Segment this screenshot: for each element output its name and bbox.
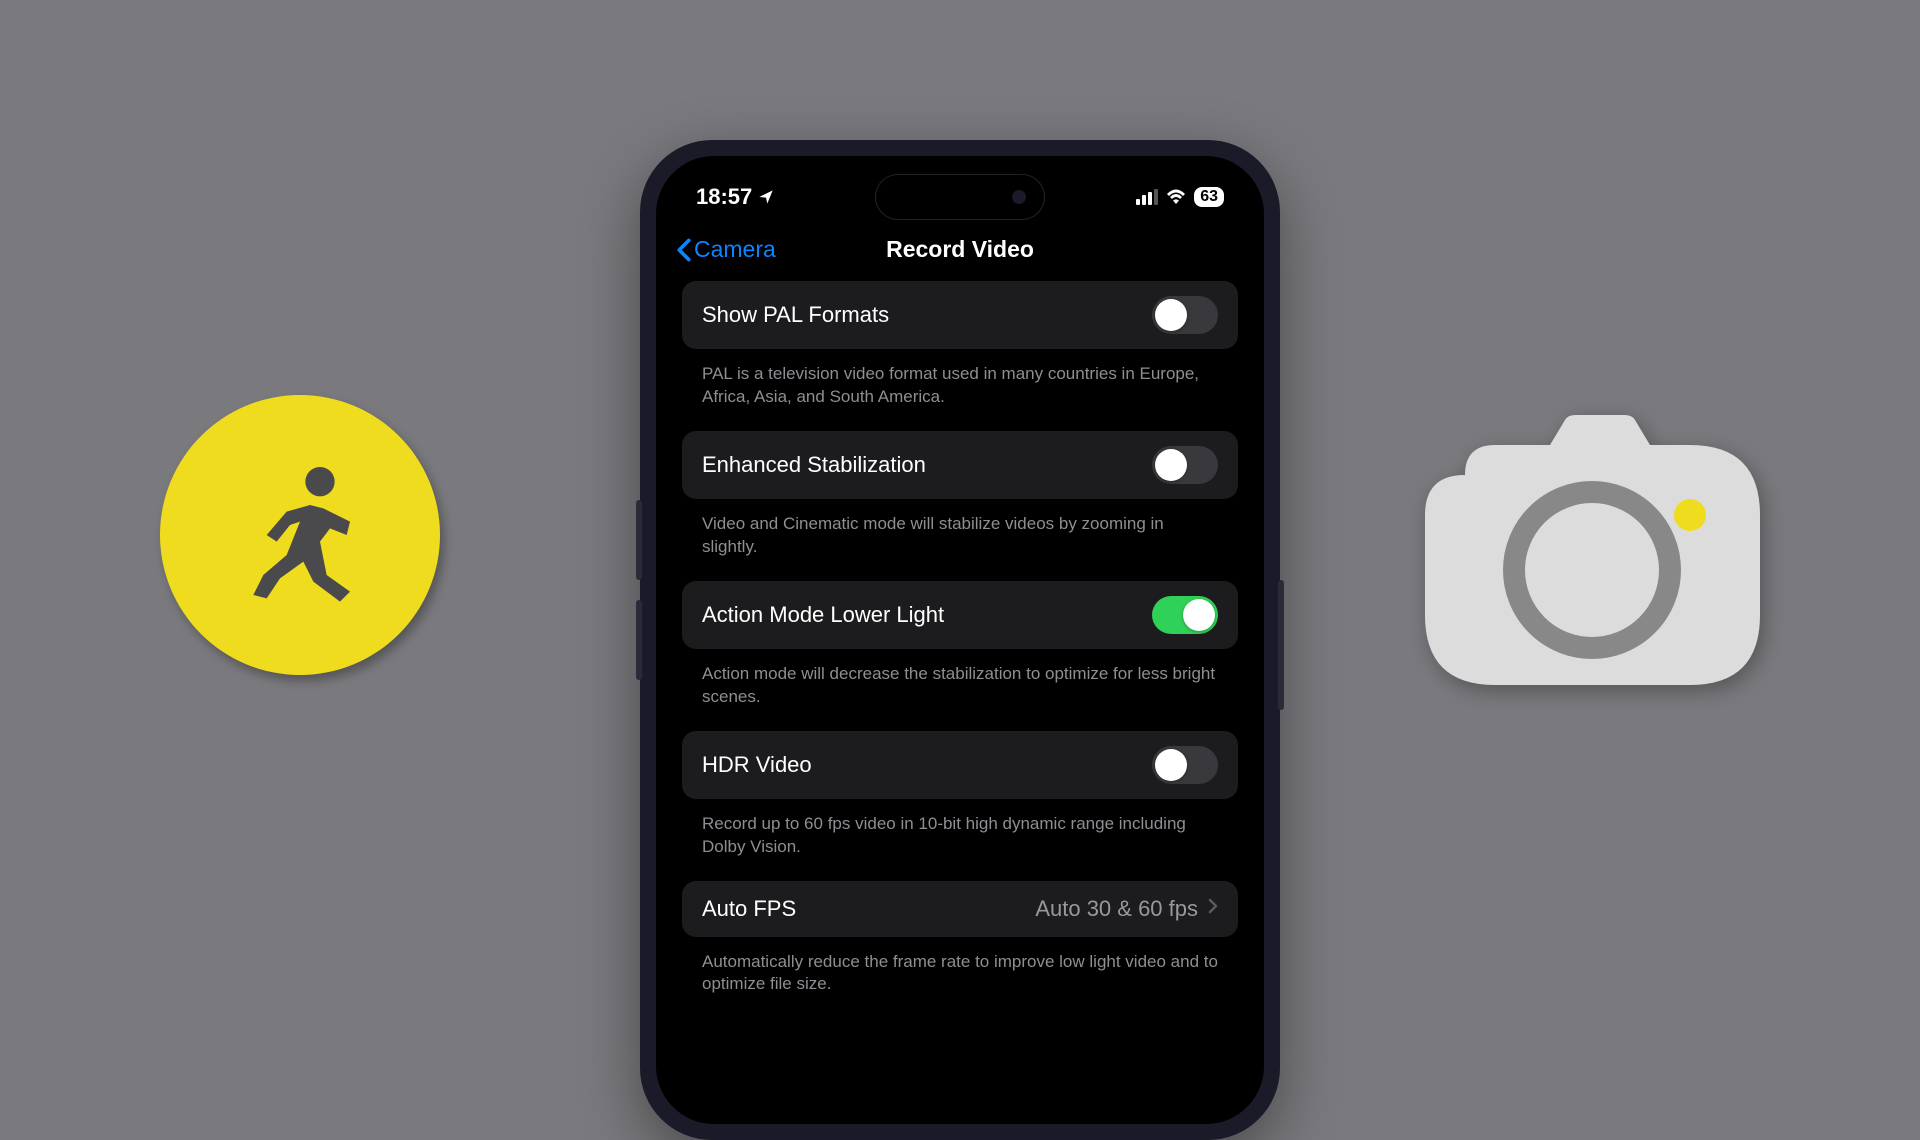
chevron-left-icon bbox=[676, 238, 692, 262]
setting-description: Action mode will decrease the stabilizat… bbox=[664, 657, 1256, 731]
show-pal-formats-row[interactable]: Show PAL Formats bbox=[682, 281, 1238, 349]
settings-content[interactable]: Camera Record Video Show PAL Formats PAL… bbox=[656, 226, 1264, 1124]
iphone-frame: 18:57 63 bbox=[640, 140, 1280, 1140]
status-time: 18:57 bbox=[696, 184, 752, 210]
camera-app-icon bbox=[1425, 415, 1760, 685]
location-icon bbox=[758, 189, 774, 205]
volume-down-button bbox=[636, 600, 642, 680]
enhanced-stabilization-toggle[interactable] bbox=[1152, 446, 1218, 484]
action-mode-lower-light-toggle[interactable] bbox=[1152, 596, 1218, 634]
wifi-icon bbox=[1166, 189, 1186, 205]
power-button bbox=[1278, 580, 1284, 710]
navigation-header: Camera Record Video bbox=[664, 226, 1256, 281]
setting-description: Video and Cinematic mode will stabilize … bbox=[664, 507, 1256, 581]
auto-fps-row[interactable]: Auto FPS Auto 30 & 60 fps bbox=[682, 881, 1238, 937]
setting-label: HDR Video bbox=[702, 752, 812, 778]
setting-label: Auto FPS bbox=[702, 896, 796, 922]
setting-label: Show PAL Formats bbox=[702, 302, 889, 328]
phone-screen: 18:57 63 bbox=[656, 156, 1264, 1124]
setting-description: Record up to 60 fps video in 10-bit high… bbox=[664, 807, 1256, 881]
setting-value: Auto 30 & 60 fps bbox=[1035, 896, 1198, 922]
setting-description: PAL is a television video format used in… bbox=[664, 357, 1256, 431]
page-title: Record Video bbox=[886, 236, 1034, 263]
back-button[interactable]: Camera bbox=[676, 236, 776, 263]
enhanced-stabilization-row[interactable]: Enhanced Stabilization bbox=[682, 431, 1238, 499]
dynamic-island bbox=[875, 174, 1045, 220]
volume-up-button bbox=[636, 500, 642, 580]
action-mode-lower-light-row[interactable]: Action Mode Lower Light bbox=[682, 581, 1238, 649]
running-person-icon bbox=[160, 395, 440, 675]
setting-label: Enhanced Stabilization bbox=[702, 452, 926, 478]
setting-description: Automatically reduce the frame rate to i… bbox=[664, 945, 1256, 1019]
setting-label: Action Mode Lower Light bbox=[702, 602, 944, 628]
hdr-video-row[interactable]: HDR Video bbox=[682, 731, 1238, 799]
hdr-video-toggle[interactable] bbox=[1152, 746, 1218, 784]
battery-indicator: 63 bbox=[1194, 187, 1224, 207]
show-pal-formats-toggle[interactable] bbox=[1152, 296, 1218, 334]
cellular-icon bbox=[1136, 189, 1158, 205]
chevron-right-icon bbox=[1208, 897, 1218, 920]
